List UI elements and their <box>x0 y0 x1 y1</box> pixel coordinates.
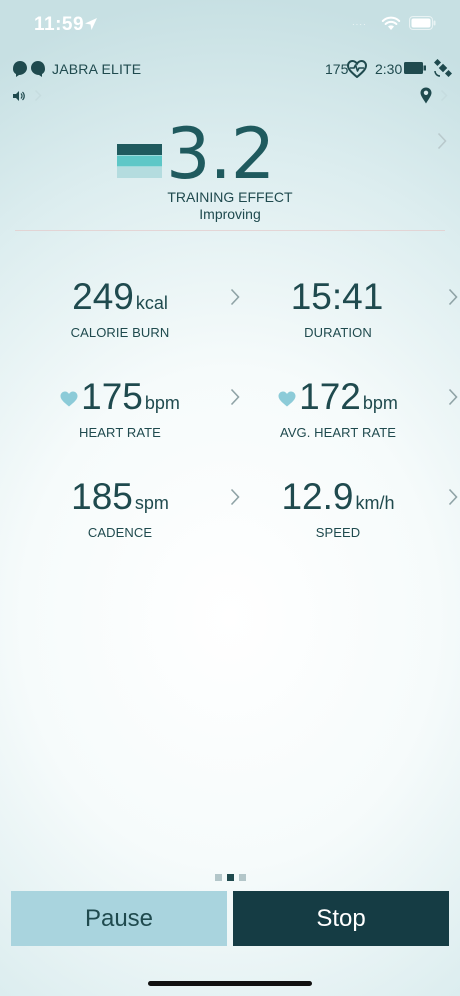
metric-label: HEART RATE <box>79 425 161 440</box>
metric-label: AVG. HEART RATE <box>279 425 397 440</box>
sound-chevron-icon[interactable] <box>34 89 42 102</box>
metric-value: 185 <box>71 476 133 517</box>
metric-unit: bpm <box>362 393 398 413</box>
training-effect-chevron-icon[interactable] <box>437 132 447 150</box>
elapsed-time-small: 2:30 <box>375 61 403 77</box>
metric-duration[interactable]: 15:41 DURATION <box>238 276 458 346</box>
metric-unit: spm <box>134 493 169 513</box>
training-effect-section[interactable]: 3.2 TRAINING EFFECT Improving <box>0 110 460 230</box>
training-effect-bars-icon <box>117 144 162 178</box>
metric-heart-rate[interactable]: 175 bpm HEART RATE <box>20 376 240 446</box>
status-time: 11:59 <box>34 14 85 35</box>
metric-value-line: 172 bpm <box>238 376 438 418</box>
device-bar: JABRA ELITE 175 2:30 <box>0 58 460 82</box>
status-bar: 11:59 ···· <box>0 0 460 50</box>
training-effect-label: TRAINING EFFECT <box>0 189 460 205</box>
page-dot-active[interactable] <box>227 874 234 881</box>
battery-icon <box>409 16 436 30</box>
chevron-right-icon[interactable] <box>448 388 458 406</box>
device-name: JABRA ELITE <box>52 61 142 77</box>
training-effect-value: 3.2 <box>166 113 275 195</box>
metric-value: 15:41 <box>290 276 384 317</box>
metric-value: 175 <box>81 376 143 417</box>
metric-label: CADENCE <box>87 525 153 540</box>
metric-label: CALORIE BURN <box>70 325 170 340</box>
satellite-icon <box>434 59 452 77</box>
metric-unit: km/h <box>355 493 395 513</box>
metric-cadence[interactable]: 185 spm CADENCE <box>20 476 240 546</box>
sound-icon[interactable] <box>12 90 25 102</box>
metric-value: 172 <box>299 376 361 417</box>
metric-value-line: 175 bpm <box>20 376 220 418</box>
earbuds-icon <box>13 61 45 77</box>
device-battery-icon <box>404 62 426 74</box>
metric-value-line: 15:41 <box>238 276 438 318</box>
home-indicator[interactable] <box>148 981 312 986</box>
metric-speed[interactable]: 12.9 km/h SPEED <box>238 476 458 546</box>
heart-icon <box>60 391 78 407</box>
metric-value-line: 12.9 km/h <box>238 476 438 518</box>
metric-value-line: 185 spm <box>20 476 220 518</box>
metric-value: 12.9 <box>281 476 354 517</box>
metric-value: 249 <box>72 276 134 317</box>
training-effect-status: Improving <box>199 206 261 222</box>
chevron-right-icon[interactable] <box>448 488 458 506</box>
location-chevron-icon[interactable] <box>440 89 448 102</box>
metric-label: DURATION <box>304 325 372 340</box>
stop-button[interactable]: Stop <box>233 891 449 946</box>
cellular-signal: ···· <box>352 20 367 29</box>
heart-ecg-icon <box>347 60 367 78</box>
training-effect-label-text: TRAINING EFFECT <box>167 189 293 205</box>
metric-value-line: 249 kcal <box>20 276 220 318</box>
metric-avg-heart-rate[interactable]: 172 bpm AVG. HEART RATE <box>238 376 458 446</box>
location-arrow-icon <box>85 18 97 30</box>
metric-label: SPEED <box>315 525 361 540</box>
page-dot[interactable] <box>215 874 222 881</box>
divider <box>15 230 445 231</box>
page-indicator[interactable] <box>215 874 247 881</box>
page-dot[interactable] <box>239 874 246 881</box>
chevron-right-icon[interactable] <box>448 288 458 306</box>
pause-button[interactable]: Pause <box>11 891 227 946</box>
metric-unit: kcal <box>135 293 168 313</box>
metric-calorie-burn[interactable]: 249 kcal CALORIE BURN <box>20 276 240 346</box>
location-pin-icon[interactable] <box>420 87 432 104</box>
metric-unit: bpm <box>144 393 180 413</box>
heart-rate-small: 175 <box>325 61 349 77</box>
wifi-icon <box>381 16 401 30</box>
heart-icon <box>278 391 296 407</box>
